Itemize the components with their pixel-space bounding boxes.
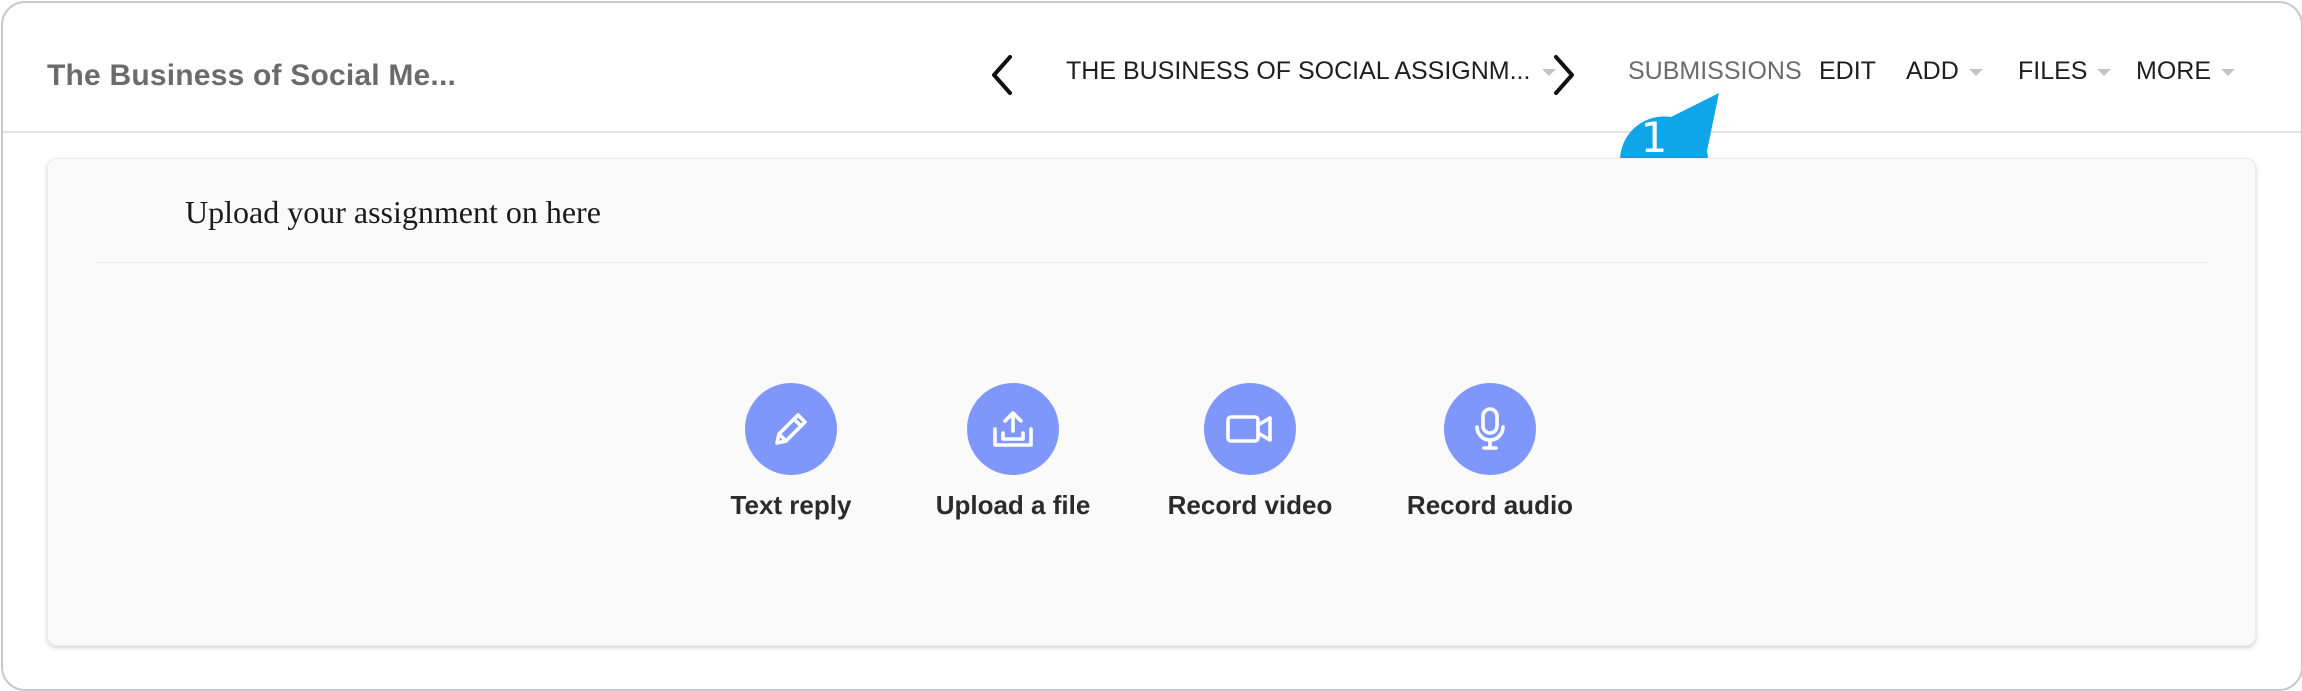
menu-more[interactable]: MORE bbox=[2136, 57, 2235, 86]
upload-file-button[interactable]: Upload a file bbox=[923, 383, 1103, 521]
course-title: The Business of Social Me... bbox=[47, 59, 457, 92]
caret-down-icon bbox=[2221, 69, 2235, 76]
assignment-select[interactable]: THE BUSINESS OF SOCIAL ASSIGNM... bbox=[1066, 57, 1557, 86]
menu-files-label: FILES bbox=[2018, 57, 2088, 85]
submission-card: Upload your assignment on here Text repl… bbox=[47, 158, 2256, 646]
record-video-icon-circle bbox=[1204, 383, 1296, 475]
card-heading: Upload your assignment on here bbox=[185, 194, 601, 230]
text-reply-icon-circle bbox=[745, 383, 837, 475]
record-video-button[interactable]: Record video bbox=[1160, 383, 1340, 521]
text-reply-button[interactable]: Text reply bbox=[701, 383, 881, 521]
menu-add-label: ADD bbox=[1906, 57, 1959, 85]
card-divider bbox=[96, 262, 2208, 263]
menu-edit-label: EDIT bbox=[1819, 57, 1876, 85]
video-camera-icon bbox=[1226, 415, 1272, 443]
pencil-icon bbox=[775, 413, 807, 445]
record-audio-button[interactable]: Record audio bbox=[1400, 383, 1580, 521]
menu-add[interactable]: ADD bbox=[1906, 57, 1983, 86]
menu-submissions-label: SUBMISSIONS bbox=[1628, 57, 1802, 85]
app-window: The Business of Social Me... THE BUSINES… bbox=[1, 1, 2302, 691]
menu-edit[interactable]: EDIT bbox=[1819, 57, 1876, 86]
record-audio-icon-circle bbox=[1444, 383, 1536, 475]
upload-tray-icon bbox=[993, 411, 1033, 447]
top-bar: The Business of Social Me... THE BUSINES… bbox=[3, 3, 2301, 133]
chevron-right-icon bbox=[1554, 55, 1574, 95]
upload-file-label: Upload a file bbox=[935, 490, 1091, 520]
record-audio-label: Record audio bbox=[1406, 490, 1574, 520]
assignment-select-label: THE BUSINESS OF SOCIAL ASSIGNM... bbox=[1066, 57, 1531, 85]
menu-more-label: MORE bbox=[2136, 57, 2211, 85]
previous-assignment-button[interactable] bbox=[983, 51, 1023, 99]
caret-down-icon bbox=[2097, 69, 2112, 76]
record-video-label: Record video bbox=[1167, 490, 1333, 520]
upload-file-icon-circle bbox=[967, 383, 1059, 475]
menu-files[interactable]: FILES bbox=[2018, 57, 2112, 86]
chevron-left-icon bbox=[992, 55, 1012, 95]
caret-down-icon bbox=[1968, 69, 1983, 76]
text-reply-label: Text reply bbox=[730, 490, 852, 520]
microphone-icon bbox=[1475, 407, 1505, 450]
menu-submissions[interactable]: SUBMISSIONS bbox=[1628, 57, 1802, 86]
next-assignment-button[interactable] bbox=[1543, 51, 1583, 99]
